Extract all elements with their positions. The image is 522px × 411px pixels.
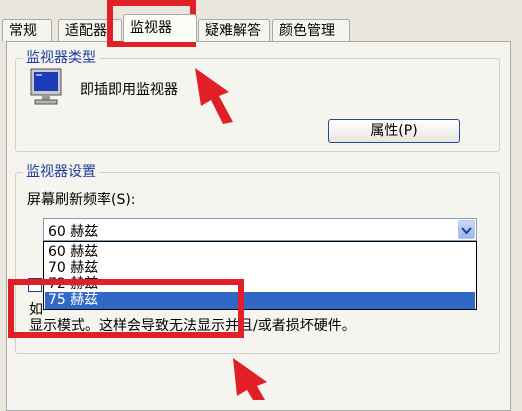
monitor-type-group-title: 监视器类型 — [23, 50, 99, 66]
tab-troubleshoot[interactable]: 疑难解答 — [198, 19, 270, 41]
tab-color-management-label: 颜色管理 — [279, 23, 335, 39]
arrow-annotation-icon — [233, 358, 267, 400]
tab-adapter-label: 适配器 — [65, 23, 107, 39]
properties-button[interactable]: 属性(P) — [328, 119, 460, 143]
monitor-icon — [30, 68, 62, 105]
monitor-name: 即插即用监视器 — [80, 82, 178, 98]
refresh-rate-selected-value: 60 赫兹 — [48, 224, 99, 240]
tab-monitor-label: 监视器 — [130, 20, 172, 36]
tab-troubleshoot-label: 疑难解答 — [205, 23, 261, 39]
annotation-box-75hz — [8, 279, 244, 338]
tab-general-label: 常规 — [9, 23, 37, 39]
tab-monitor[interactable]: 监视器 — [123, 14, 197, 42]
tab-color-management[interactable]: 颜色管理 — [272, 19, 350, 41]
list-item[interactable]: 70 赫兹 — [45, 260, 475, 277]
tab-general[interactable]: 常规 — [2, 19, 52, 41]
list-item[interactable]: 60 赫兹 — [45, 244, 475, 261]
arrow-annotation-icon — [195, 68, 233, 124]
refresh-rate-dropdown[interactable]: 60 赫兹 — [43, 218, 477, 241]
properties-button-label: 属性(P) — [370, 123, 418, 139]
monitor-settings-group-title: 监视器设置 — [23, 164, 99, 180]
refresh-rate-label: 屏幕刷新频率(S): — [27, 192, 136, 208]
chevron-down-icon[interactable] — [458, 220, 475, 239]
